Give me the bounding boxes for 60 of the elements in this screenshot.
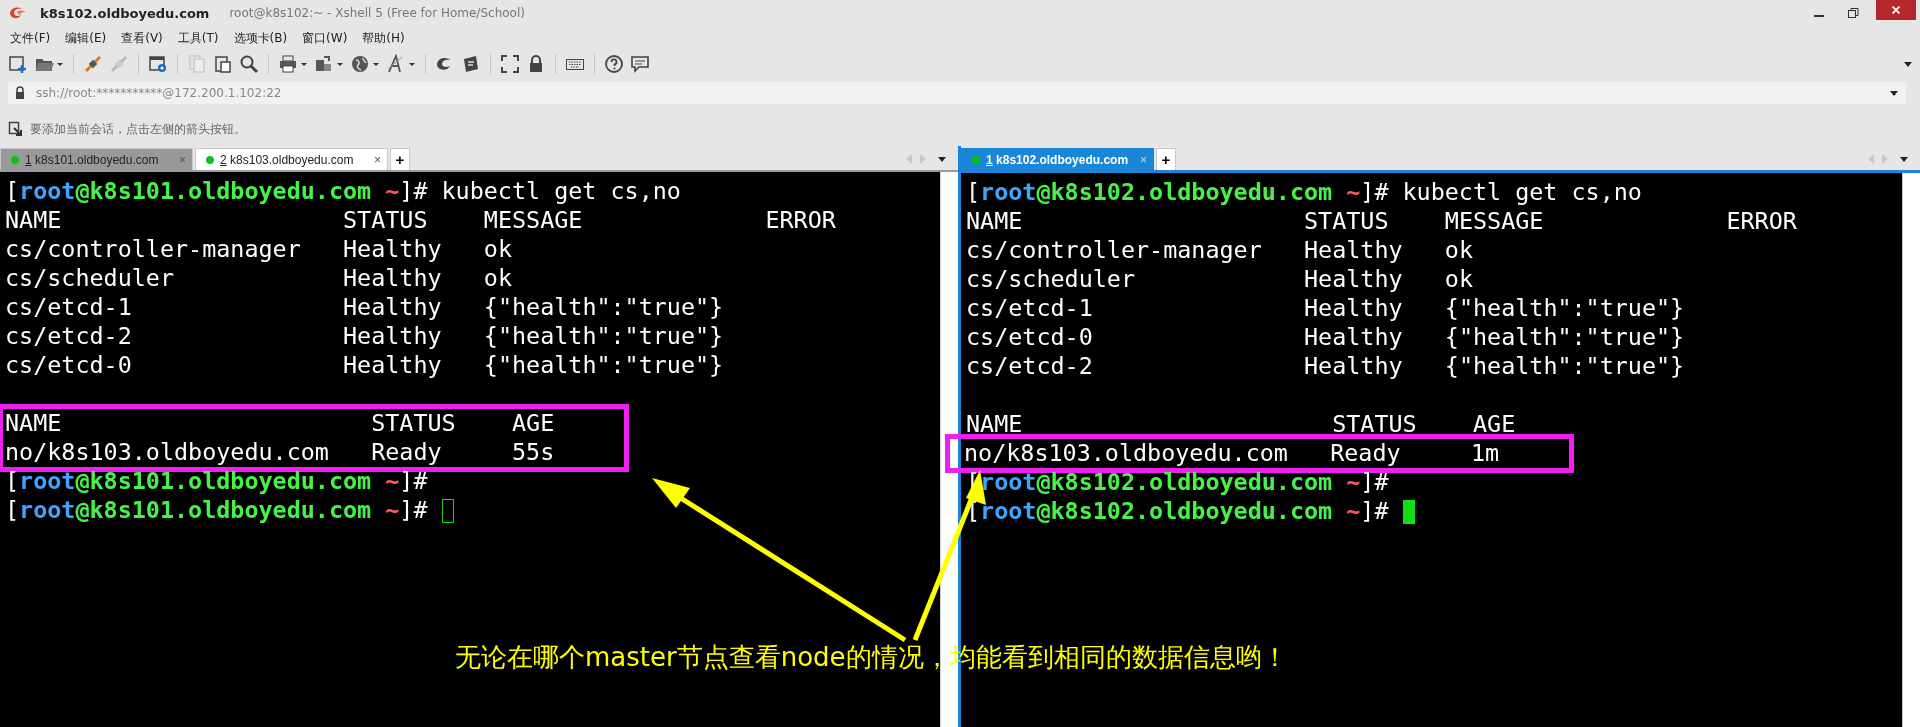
output-line: cs/etcd-0 Healthy {"health":"true"} <box>5 351 724 380</box>
printer-icon[interactable] <box>278 54 308 74</box>
menu-item[interactable]: 帮助(H) <box>362 29 405 47</box>
output-line: no/k8s103.oldboyedu.com Ready 55s <box>5 438 555 467</box>
output-line: cs/scheduler Healthy ok <box>5 264 512 293</box>
properties-icon[interactable] <box>148 54 168 74</box>
output-line: cs/etcd-2 Healthy {"health":"true"} <box>966 352 1685 381</box>
output-line: cs/etcd-2 Healthy {"health":"true"} <box>5 322 724 351</box>
caret-icon[interactable] <box>1904 61 1912 67</box>
output-line: cs/scheduler Healthy ok <box>966 265 1473 294</box>
caret-icon[interactable] <box>1890 90 1898 96</box>
prompt-line: [root@k8s101.oldboyedu.com ~]# kubectl get cs,no <box>5 177 681 206</box>
output-line: NAME STATUS AGE <box>5 409 555 438</box>
prompt-line: [root@k8s102.oldboyedu.com ~]# kubectl get cs,no <box>966 178 1642 207</box>
session-tab[interactable]: 1 k8s101.oldboyedu.com × <box>0 148 193 170</box>
app-logo-icon <box>8 5 28 21</box>
chat-icon[interactable] <box>630 54 650 74</box>
output-line: NAME STATUS MESSAGE ERROR <box>966 207 1797 236</box>
output-line: NAME STATUS MESSAGE ERROR <box>5 206 836 235</box>
menu-item[interactable]: 选项卡(B) <box>233 29 288 47</box>
lock-icon <box>14 86 26 100</box>
window-subtitle: root@k8s102:~ - Xshell 5 (Free for Home/School) <box>229 6 525 20</box>
caret-icon[interactable] <box>1900 157 1908 162</box>
help-icon[interactable] <box>604 54 624 74</box>
menu-item[interactable]: 查看(V) <box>121 29 163 47</box>
close-button[interactable] <box>1876 0 1916 20</box>
output-line: cs/etcd-1 Healthy {"health":"true"} <box>5 293 724 322</box>
session-tab[interactable]: 2 k8s103.oldboyedu.com × <box>195 148 388 170</box>
close-icon <box>1890 4 1902 16</box>
script-icon[interactable] <box>461 54 481 74</box>
globe-icon[interactable] <box>350 54 380 74</box>
new-session-icon[interactable] <box>8 54 28 74</box>
window-title: k8s102.oldboyedu.com <box>40 5 210 21</box>
prompt-line: [root@k8s101.oldboyedu.com ~]# <box>5 496 428 525</box>
output-line: cs/controller-manager Healthy ok <box>5 235 512 264</box>
menu-item[interactable]: 编辑(E) <box>65 29 107 47</box>
menu-item[interactable]: 窗口(W) <box>302 29 348 47</box>
new-tab-button[interactable]: + <box>390 148 410 170</box>
add-session-arrow-icon[interactable] <box>8 121 24 137</box>
session-tab[interactable]: 1 k8s102.oldboyedu.com × <box>961 148 1154 170</box>
caret-icon[interactable] <box>938 157 946 162</box>
scrollbar[interactable] <box>1902 173 1920 727</box>
new-tab-button[interactable]: + <box>1156 148 1176 170</box>
paste-icon[interactable] <box>213 54 233 74</box>
search-icon[interactable] <box>239 54 259 74</box>
hint-text: 要添加当前会话，点击左侧的箭头按钮。 <box>30 120 246 138</box>
restore-icon[interactable] <box>1846 6 1860 20</box>
output-line: NAME STATUS AGE <box>966 410 1516 439</box>
fullscreen-icon[interactable] <box>500 54 520 74</box>
output-line: cs/controller-manager Healthy ok <box>966 236 1473 265</box>
address-text: ssh://root:***********@172.200.1.102:22 <box>36 86 282 100</box>
output-line: cs/etcd-1 Healthy {"health":"true"} <box>966 294 1685 323</box>
output-line: no/k8s103.oldboyedu.com Ready 1m <box>964 439 1500 468</box>
transfer-icon[interactable] <box>314 54 344 74</box>
menu-item[interactable]: 工具(T) <box>177 29 219 47</box>
connect-icon[interactable] <box>83 54 103 74</box>
font-icon[interactable] <box>386 54 416 74</box>
menu-item[interactable]: 文件(F) <box>10 29 51 47</box>
output-line: cs/etcd-0 Healthy {"health":"true"} <box>966 323 1685 352</box>
prompt-line: [root@k8s101.oldboyedu.com ~]# <box>5 467 428 496</box>
